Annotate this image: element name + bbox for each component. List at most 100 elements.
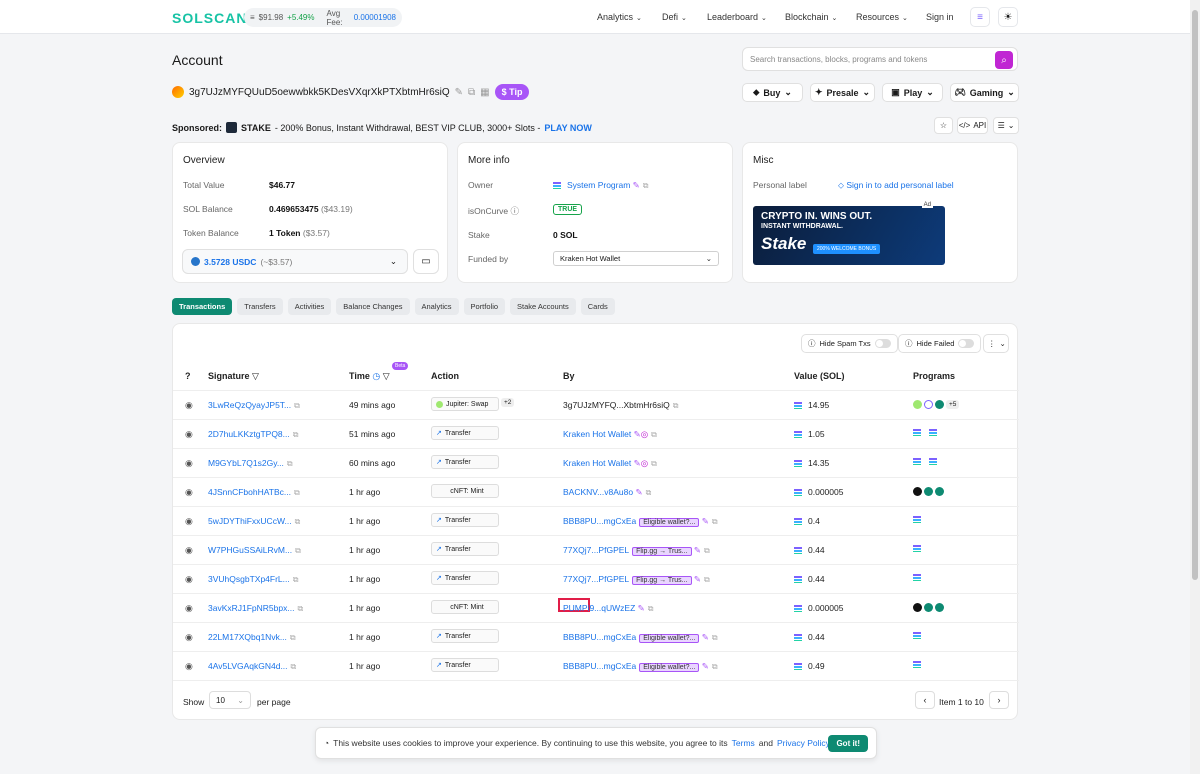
eye-icon[interactable]: ◉ bbox=[185, 574, 193, 585]
solana-network-icon[interactable]: ≡ bbox=[970, 7, 990, 27]
tab-activities[interactable]: Activities bbox=[287, 298, 332, 315]
qr-code-icon[interactable]: ▦ bbox=[480, 87, 489, 98]
by-address[interactable]: 3g7UJzMYFQ...XbtmHr6siQ ⧉ bbox=[563, 400, 678, 411]
tab-cards[interactable]: Cards bbox=[580, 298, 615, 315]
prev-page-button[interactable]: ‹ bbox=[915, 691, 935, 709]
clock-icon[interactable]: ◷ bbox=[372, 371, 380, 381]
toggle-switch bbox=[958, 339, 975, 348]
eye-icon[interactable]: ◉ bbox=[185, 632, 193, 643]
filter-icon[interactable]: ▽ bbox=[383, 371, 390, 381]
nav-analytics[interactable]: Analytics ⌄ bbox=[597, 12, 642, 22]
more-info-card: More info Owner System Program ✎ ⧉ isOnCu… bbox=[457, 142, 733, 283]
eye-icon[interactable]: ◉ bbox=[185, 661, 193, 672]
tab-transfers[interactable]: Transfers bbox=[237, 298, 283, 315]
table-row: ◉ 5wJDYThiFxxUCcW... ⧉ 1 hr ago ↗ Transfer… bbox=[173, 506, 1019, 535]
overview-card: Overview Total Value $46.77 SOL Balance … bbox=[172, 142, 448, 283]
list-view-menu[interactable]: ☰ ⌄ bbox=[993, 117, 1019, 134]
by-address[interactable]: BBB8PU...mgCxEa Eligible wallet?... ✎ ⧉ bbox=[563, 516, 718, 527]
gaming-dropdown[interactable]: 🎮︎ Gaming ⌄ bbox=[950, 83, 1019, 102]
code-icon: </> bbox=[958, 121, 971, 130]
signature-link[interactable]: 4Av5LVGAqkGN4d... ⧉ bbox=[208, 661, 296, 672]
page-scrollbar[interactable] bbox=[1190, 0, 1200, 774]
sol-price: $91.98 bbox=[258, 13, 284, 22]
tab-transactions[interactable]: Transactions bbox=[172, 298, 233, 315]
chevron-down-icon: ⌄ bbox=[831, 15, 838, 22]
wallet-icon[interactable]: ▭ bbox=[413, 249, 439, 274]
tab-stake-accounts[interactable]: Stake Accounts bbox=[510, 298, 576, 315]
got-it-button[interactable]: Got it! bbox=[828, 735, 868, 752]
eye-icon[interactable]: ◉ bbox=[185, 603, 193, 614]
signature-link[interactable]: M9GYbL7Q1s2Gy... ⧉ bbox=[208, 458, 293, 469]
presale-dropdown[interactable]: ✦ Presale ⌄ bbox=[810, 83, 875, 102]
oncurve-badge: TRUE bbox=[553, 204, 583, 215]
signature-link[interactable]: 22LM17XQbq1Nvk... ⧉ bbox=[208, 632, 296, 643]
token-select[interactable]: 3.5728 USDC (~$3.57) ⌄ bbox=[182, 249, 408, 274]
signature-link[interactable]: 3VUhQsgbTXp4FrL... ⧉ bbox=[208, 574, 298, 585]
play-now-link[interactable]: PLAY NOW bbox=[544, 123, 592, 133]
nav-resources[interactable]: Resources ⌄ bbox=[856, 12, 908, 22]
table-row: ◉ M9GYbL7Q1s2Gy... ⧉ 60 mins ago ↗ Transfe… bbox=[173, 448, 1019, 477]
buy-dropdown[interactable]: ⬥ Buy ⌄ bbox=[742, 83, 803, 102]
by-address[interactable]: 77XQj7...PfGPEL Flip.gg → Trus... ✎ ⧉ bbox=[563, 574, 710, 585]
sol-icon bbox=[794, 576, 802, 583]
by-address[interactable]: BBB8PU...mgCxEa Eligible wallet?... ✎ ⧉ bbox=[563, 661, 718, 672]
tab-analytics[interactable]: Analytics bbox=[414, 298, 459, 315]
theme-toggle-icon[interactable]: ☀ bbox=[998, 7, 1018, 27]
eye-icon[interactable]: ◉ bbox=[185, 545, 193, 556]
scrollbar-thumb[interactable] bbox=[1192, 10, 1198, 580]
tab-portfolio[interactable]: Portfolio bbox=[463, 298, 506, 315]
sol-icon bbox=[794, 605, 802, 612]
stake-ad-banner[interactable]: Ad CRYPTO IN. WINS OUT. INSTANT WITHDRAW… bbox=[753, 202, 945, 265]
hide-spam-toggle[interactable]: ⓘ Hide Spam Txs bbox=[801, 334, 898, 353]
funded-by-select[interactable]: Kraken Hot Wallet ⌄ bbox=[553, 251, 719, 266]
column-settings-menu[interactable]: ⋮ ⌄ bbox=[983, 334, 1009, 353]
favorite-star-icon[interactable]: ☆ bbox=[934, 117, 953, 134]
search-input[interactable]: Search transactions, blocks, programs an… bbox=[742, 47, 1018, 71]
signature-link[interactable]: 3avKxRJ1FpNR5bpx... ⧉ bbox=[208, 603, 303, 614]
signature-link[interactable]: 5wJDYThiFxxUCcW... ⧉ bbox=[208, 516, 300, 527]
sign-in-link[interactable]: Sign in bbox=[926, 12, 954, 22]
eye-icon[interactable]: ◉ bbox=[185, 516, 193, 527]
tab-balance-changes[interactable]: Balance Changes bbox=[336, 298, 410, 315]
hide-failed-toggle[interactable]: ⓘ Hide Failed bbox=[898, 334, 982, 353]
by-address[interactable]: Kraken Hot Wallet ✎◎ ⧉ bbox=[563, 429, 657, 440]
next-page-button[interactable]: › bbox=[989, 691, 1009, 709]
signature-link[interactable]: W7PHGuSSAiLRvM... ⧉ bbox=[208, 545, 301, 556]
play-dropdown[interactable]: ▣ Play ⌄ bbox=[882, 83, 943, 102]
per-page-select[interactable]: 10 ⌄ bbox=[209, 691, 251, 709]
by-address[interactable]: PUMPi9...qUWzEZ ✎ ⧉ bbox=[563, 603, 653, 614]
by-address[interactable]: BBB8PU...mgCxEa Eligible wallet?... ✎ ⧉ bbox=[563, 632, 718, 643]
owner-link[interactable]: System Program ✎ ⧉ bbox=[553, 180, 649, 191]
more-actions-badge[interactable]: +2 bbox=[501, 398, 515, 407]
signature-link[interactable]: 2D7huLKKztgTPQ8... ⧉ bbox=[208, 429, 298, 440]
eye-icon[interactable]: ◉ bbox=[185, 429, 193, 440]
eye-icon[interactable]: ◉ bbox=[185, 487, 193, 498]
stake-logo-icon bbox=[226, 122, 238, 133]
search-icon[interactable]: ⌕ bbox=[995, 51, 1013, 69]
chevron-down-icon: ⌄ bbox=[681, 15, 687, 22]
price-pill: ≡ $91.98 +5.49% Avg Fee: 0.00001908 bbox=[244, 8, 402, 27]
api-button[interactable]: </> API bbox=[957, 117, 988, 134]
tip-button[interactable]: $ Tip bbox=[494, 84, 530, 100]
solscan-logo[interactable]: SOLSCAN bbox=[172, 10, 247, 26]
by-address[interactable]: BACKNV...v8Au8o ✎ ⧉ bbox=[563, 487, 651, 498]
privacy-policy-link[interactable]: Privacy Policy. bbox=[777, 738, 832, 748]
eye-icon[interactable]: ◉ bbox=[185, 400, 193, 411]
sign-in-personal-label-link[interactable]: ⬦ Sign in to add personal label bbox=[838, 180, 954, 191]
by-address[interactable]: 77XQj7...PfGPEL Flip.gg → Trus... ✎ ⧉ bbox=[563, 545, 710, 556]
nav-blockchain[interactable]: Blockchain ⌄ bbox=[785, 12, 837, 22]
signature-link[interactable]: 3LwReQzQyayJP5T... ⧉ bbox=[208, 400, 300, 411]
copy-icon[interactable]: ⧉ bbox=[468, 87, 475, 98]
nav-defi[interactable]: Defi ⌄ bbox=[662, 12, 687, 22]
chevron-down-icon: ⌄ bbox=[902, 15, 908, 22]
nav-leaderboard[interactable]: Leaderboard ⌄ bbox=[707, 12, 767, 22]
edit-icon[interactable]: ✎ bbox=[455, 87, 463, 98]
signature-link[interactable]: 4JSnnCFbohHATBc... ⧉ bbox=[208, 487, 300, 498]
by-address[interactable]: Kraken Hot Wallet ✎◎ ⧉ bbox=[563, 458, 657, 469]
terms-link[interactable]: Terms bbox=[732, 738, 755, 748]
address-label-flag: Eligible wallet?... bbox=[639, 518, 700, 527]
copy-icon: ⧉ bbox=[294, 401, 300, 410]
help-icon[interactable]: ? bbox=[185, 371, 191, 381]
eye-icon[interactable]: ◉ bbox=[185, 458, 193, 469]
filter-icon[interactable]: ▽ bbox=[252, 371, 259, 381]
